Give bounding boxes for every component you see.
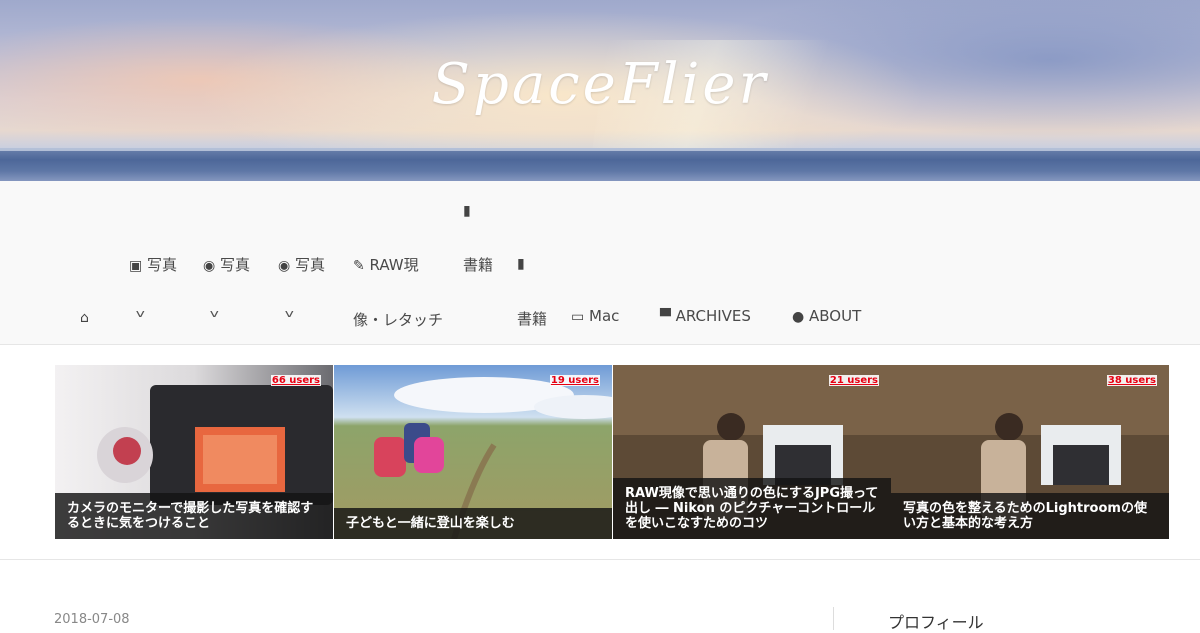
sea-horizon (0, 148, 1200, 181)
archive-icon: ▀ (660, 309, 671, 325)
nav-item-label: ARCHIVES (675, 307, 751, 325)
chevron-down-icon[interactable]: v (285, 307, 294, 320)
nav-item-books-2[interactable]: 書籍 (517, 308, 547, 329)
nav-item-raw[interactable]: ✎ RAW現 (353, 254, 419, 275)
edit-icon: ✎ (353, 258, 365, 274)
nav-item-label: 写真 (147, 256, 178, 274)
nav-item-mac[interactable]: ▭ Mac (571, 307, 619, 325)
main-navigation: ⌂ ▣ 写真 v ◉ 写真 v ◉ 写真 v ✎ RAW現 像・レタッチ ▮ 書… (0, 181, 1200, 345)
nav-item-photo-3[interactable]: ◉ 写真 (278, 254, 325, 275)
nav-item-about[interactable]: ● ABOUT (792, 307, 861, 325)
featured-card-title[interactable]: 写真の色を整えるためのLightroomの使い方と基本的な考え方 (891, 493, 1169, 539)
nav-item-label: 写真 (220, 256, 251, 274)
laptop-icon: ▭ (571, 309, 585, 325)
featured-posts: 66 users カメラのモニターで撮影した写真を確認するときに気をつけること … (55, 365, 1169, 539)
hatena-users-badge[interactable]: 19 users (549, 375, 600, 386)
chevron-down-icon[interactable]: v (210, 307, 219, 320)
camera-icon: ◉ (278, 258, 291, 274)
featured-card[interactable]: 38 users 写真の色を整えるためのLightroomの使い方と基本的な考え… (891, 365, 1169, 539)
featured-card-title[interactable]: 子どもと一緒に登山を楽しむ (334, 508, 612, 539)
featured-card-title[interactable]: RAW現像で思い通りの色にするJPG撮って出し ― Nikon のピクチャーコン… (613, 478, 891, 539)
user-icon: ● (792, 309, 805, 325)
featured-card-title[interactable]: カメラのモニターで撮影した写真を確認するときに気をつけること (55, 493, 333, 539)
featured-card[interactable]: 66 users カメラのモニターで撮影した写真を確認するときに気をつけること (55, 365, 333, 539)
nav-item-books-1[interactable]: 書籍 (463, 254, 493, 275)
hatena-users-badge[interactable]: 21 users (828, 375, 879, 386)
nav-item-raw-line2[interactable]: 像・レタッチ (353, 309, 443, 330)
nav-item-label: ABOUT (809, 307, 862, 325)
sidebar-title: プロフィール (888, 613, 984, 632)
nav-item-books-1-icon[interactable]: ▮ (463, 201, 471, 219)
nav-item-label: Mac (589, 307, 620, 325)
header-banner: SpaceFlier (0, 0, 1200, 181)
hatena-users-badge[interactable]: 66 users (270, 375, 321, 386)
nav-item-books-2-icon[interactable]: ▮ (517, 254, 525, 272)
nav-item-label: RAW現 (369, 256, 419, 274)
book-icon: ▮ (463, 203, 471, 219)
hatena-users-badge[interactable]: 38 users (1106, 375, 1157, 386)
home-icon: ⌂ (80, 310, 89, 326)
section-divider (0, 559, 1200, 560)
camera-icon: ◉ (203, 258, 216, 274)
nav-item-photo-1[interactable]: ▣ 写真 (129, 254, 177, 275)
book-icon: ▮ (517, 256, 525, 272)
nav-item-label: 写真 (295, 256, 326, 274)
sidebar-divider (833, 607, 834, 630)
nav-item-photo-2[interactable]: ◉ 写真 (203, 254, 250, 275)
post-date: 2018-07-08 (54, 612, 130, 627)
featured-card[interactable]: 19 users 子どもと一緒に登山を楽しむ (334, 365, 612, 539)
nav-item-archives[interactable]: ▀ ARCHIVES (660, 307, 751, 325)
site-title[interactable]: SpaceFlier (0, 52, 1200, 117)
featured-card[interactable]: 21 users RAW現像で思い通りの色にするJPG撮って出し ― Nikon… (613, 365, 891, 539)
image-icon: ▣ (129, 258, 143, 274)
chevron-down-icon[interactable]: v (136, 307, 145, 320)
nav-home[interactable]: ⌂ (80, 308, 89, 326)
